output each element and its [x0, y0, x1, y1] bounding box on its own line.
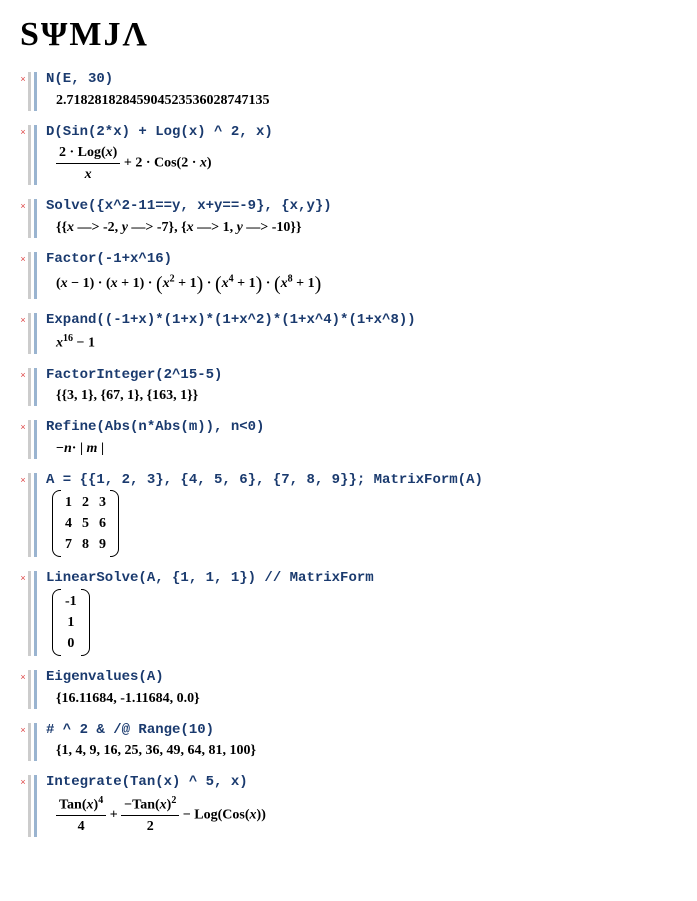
cell-outer-bracket [28, 125, 31, 186]
cell-bracket[interactable] [34, 723, 37, 762]
cell-outer-bracket [28, 571, 31, 656]
notebook-cell: × FactorInteger(2^15-5){{3, 1}, {67, 1}, … [18, 364, 679, 411]
cell-outer-bracket [28, 473, 31, 558]
cell-output: −n· | m | [46, 438, 675, 459]
cell-content: FactorInteger(2^15-5){{3, 1}, {67, 1}, {… [40, 364, 679, 411]
app-logo: SΨMJΛ [20, 16, 679, 54]
cell-content: Solve({x^2-11==y, x+y==-9}, {x,y}){{x —>… [40, 195, 679, 242]
notebook-cell: × Refine(Abs(n*Abs(m)), n<0)−n· | m | [18, 416, 679, 463]
cell-output: -110 [46, 589, 675, 656]
close-icon[interactable]: × [18, 121, 28, 190]
cell-bracket[interactable] [34, 368, 37, 407]
cell-input[interactable]: A = {{1, 2, 3}, {4, 5, 6}, {7, 8, 9}}; M… [46, 471, 675, 491]
cell-outer-bracket [28, 72, 31, 111]
cell-bracket[interactable] [34, 199, 37, 238]
cell-outer-bracket [28, 199, 31, 238]
cell-output: 2 · Log(x)x + 2 · Cos(2 · x) [46, 142, 675, 185]
close-icon[interactable]: × [18, 771, 28, 841]
close-icon[interactable]: × [18, 416, 28, 463]
cell-input[interactable]: Expand((-1+x)*(1+x)*(1+x^2)*(1+x^4)*(1+x… [46, 311, 675, 331]
cell-output: {{3, 1}, {67, 1}, {163, 1}} [46, 385, 675, 406]
notebook-cell: × N(E, 30)2.71828182845904523536028747135 [18, 68, 679, 115]
close-icon[interactable]: × [18, 68, 28, 115]
close-icon[interactable]: × [18, 719, 28, 766]
notebook-cell: ×LinearSolve(A, {1, 1, 1}) // MatrixForm… [18, 567, 679, 660]
cell-bracket[interactable] [34, 252, 37, 300]
cell-content: Integrate(Tan(x) ^ 5, x)Tan(x)44 + −Tan(… [40, 771, 679, 841]
notebook-cell: × Solve({x^2-11==y, x+y==-9}, {x,y}){{x —… [18, 195, 679, 242]
cell-output: 2.71828182845904523536028747135 [46, 90, 675, 111]
cell-input[interactable]: N(E, 30) [46, 70, 675, 90]
cell-bracket[interactable] [34, 72, 37, 111]
cell-outer-bracket [28, 368, 31, 407]
cell-bracket[interactable] [34, 313, 37, 353]
cell-outer-bracket [28, 420, 31, 459]
cell-bracket[interactable] [34, 420, 37, 459]
close-icon[interactable]: × [18, 309, 28, 357]
cell-content: Expand((-1+x)*(1+x)*(1+x^2)*(1+x^4)*(1+x… [40, 309, 679, 357]
notebook-cell: ×Factor(-1+x^16)(x − 1) · (x + 1) · (x2 … [18, 248, 679, 304]
cell-content: # ^ 2 & /@ Range(10){1, 4, 9, 16, 25, 36… [40, 719, 679, 766]
cell-input[interactable]: Integrate(Tan(x) ^ 5, x) [46, 773, 675, 793]
close-icon[interactable]: × [18, 469, 28, 562]
close-icon[interactable]: × [18, 666, 28, 713]
cell-output: {1, 4, 9, 16, 25, 36, 49, 64, 81, 100} [46, 740, 675, 761]
cell-content: Refine(Abs(n*Abs(m)), n<0)−n· | m | [40, 416, 679, 463]
notebook-cell: ×Integrate(Tan(x) ^ 5, x)Tan(x)44 + −Tan… [18, 771, 679, 841]
cell-output: (x − 1) · (x + 1) · (x2 + 1) · (x4 + 1) … [46, 269, 675, 299]
cell-outer-bracket [28, 723, 31, 762]
notebook-cell: × # ^ 2 & /@ Range(10){1, 4, 9, 16, 25, 3… [18, 719, 679, 766]
close-icon[interactable]: × [18, 364, 28, 411]
cell-content: LinearSolve(A, {1, 1, 1}) // MatrixForm-… [40, 567, 679, 660]
cell-output: {{x —> -2, y —> -7}, {x —> 1, y —> -10}} [46, 217, 675, 238]
cell-content: D(Sin(2*x) + Log(x) ^ 2, x)2 · Log(x)x +… [40, 121, 679, 190]
cell-content: N(E, 30)2.71828182845904523536028747135 [40, 68, 679, 115]
cell-bracket[interactable] [34, 670, 37, 709]
notebook-cell: × Expand((-1+x)*(1+x)*(1+x^2)*(1+x^4)*(1+… [18, 309, 679, 357]
cell-input[interactable]: # ^ 2 & /@ Range(10) [46, 721, 675, 741]
cell-bracket[interactable] [34, 571, 37, 656]
notebook-cell: ×D(Sin(2*x) + Log(x) ^ 2, x)2 · Log(x)x … [18, 121, 679, 190]
cell-output: x16 − 1 [46, 331, 675, 354]
cell-input[interactable]: Solve({x^2-11==y, x+y==-9}, {x,y}) [46, 197, 675, 217]
cell-input[interactable]: D(Sin(2*x) + Log(x) ^ 2, x) [46, 123, 675, 143]
cell-output: 123456789 [46, 490, 675, 557]
cell-outer-bracket [28, 252, 31, 300]
cells-container: × N(E, 30)2.71828182845904523536028747135… [18, 68, 679, 841]
cell-content: Eigenvalues(A){16.11684, -1.11684, 0.0} [40, 666, 679, 713]
close-icon[interactable]: × [18, 248, 28, 304]
cell-content: A = {{1, 2, 3}, {4, 5, 6}, {7, 8, 9}}; M… [40, 469, 679, 562]
cell-bracket[interactable] [34, 473, 37, 558]
cell-output: Tan(x)44 + −Tan(x)22 − Log(Cos(x)) [46, 793, 675, 838]
cell-outer-bracket [28, 775, 31, 837]
cell-input[interactable]: Factor(-1+x^16) [46, 250, 675, 270]
close-icon[interactable]: × [18, 567, 28, 660]
cell-outer-bracket [28, 670, 31, 709]
cell-output: {16.11684, -1.11684, 0.0} [46, 688, 675, 709]
cell-outer-bracket [28, 313, 31, 353]
cell-input[interactable]: Refine(Abs(n*Abs(m)), n<0) [46, 418, 675, 438]
cell-input[interactable]: Eigenvalues(A) [46, 668, 675, 688]
notebook-cell: × A = {{1, 2, 3}, {4, 5, 6}, {7, 8, 9}}; … [18, 469, 679, 562]
close-icon[interactable]: × [18, 195, 28, 242]
cell-input[interactable]: FactorInteger(2^15-5) [46, 366, 675, 386]
cell-input[interactable]: LinearSolve(A, {1, 1, 1}) // MatrixForm [46, 569, 675, 589]
cell-content: Factor(-1+x^16)(x − 1) · (x + 1) · (x2 +… [40, 248, 679, 304]
cell-bracket[interactable] [34, 775, 37, 837]
notebook-cell: × Eigenvalues(A){16.11684, -1.11684, 0.0} [18, 666, 679, 713]
cell-bracket[interactable] [34, 125, 37, 186]
